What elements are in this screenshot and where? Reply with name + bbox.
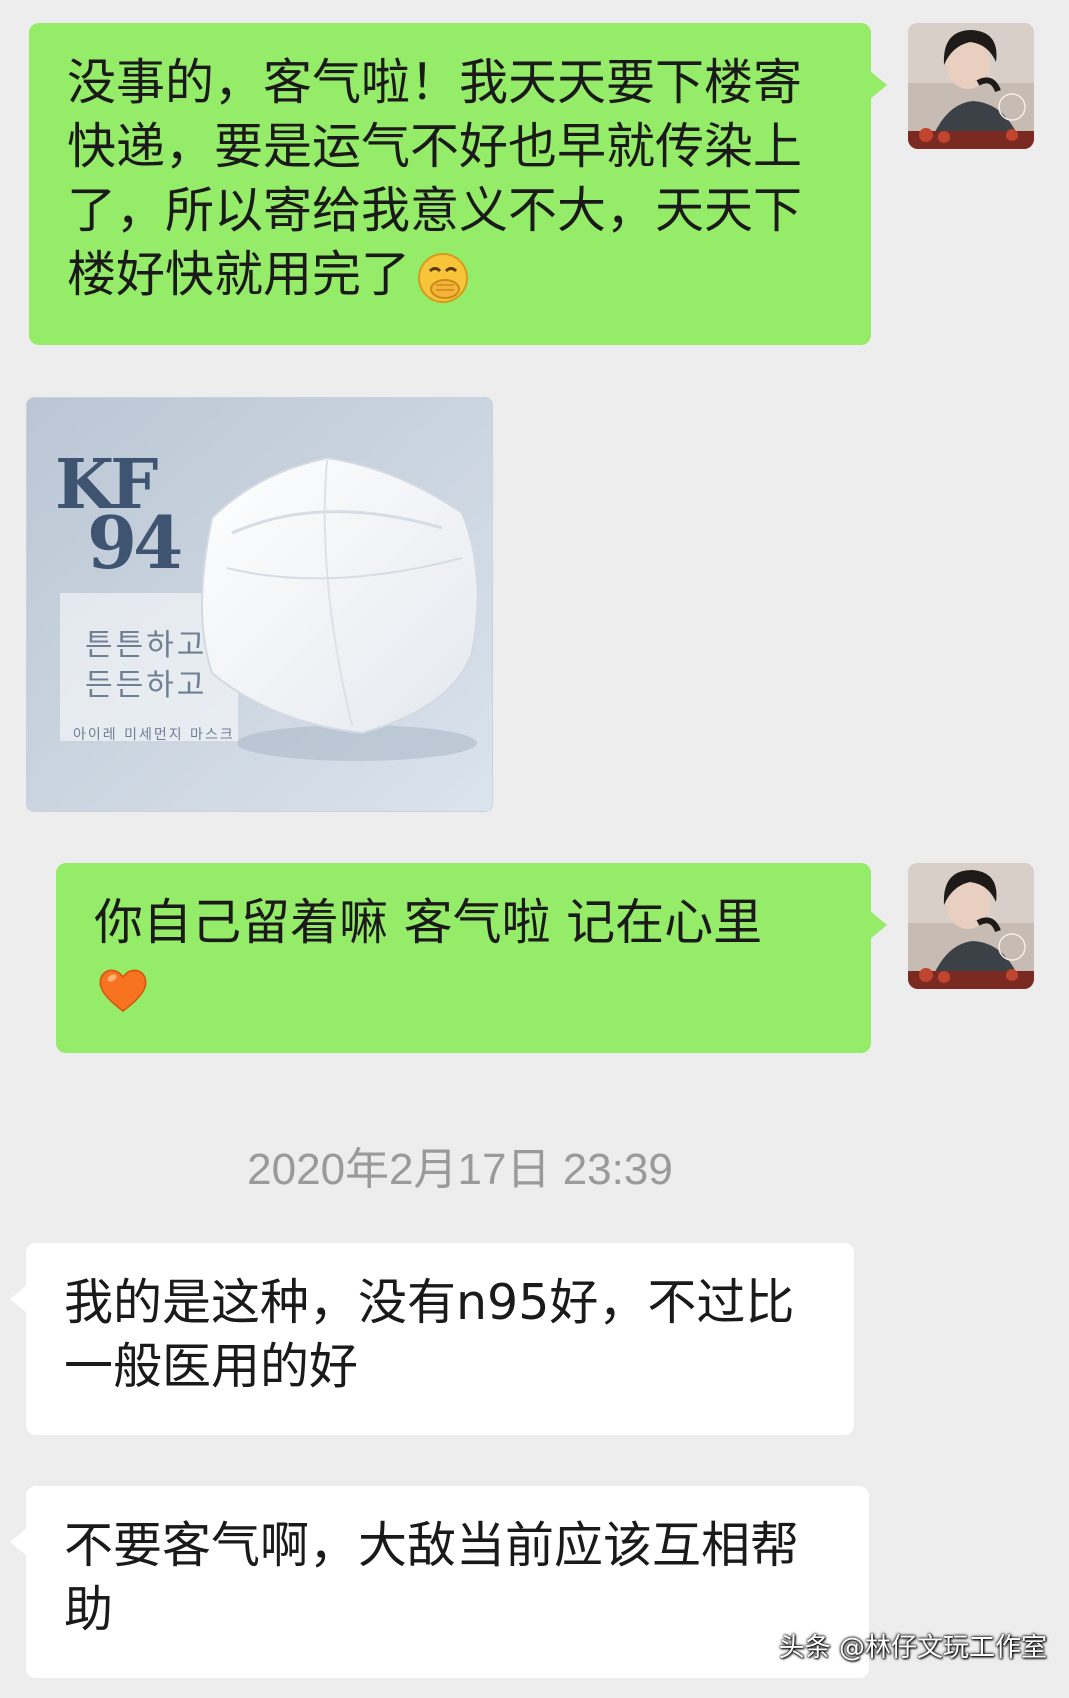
- message-text: 你自己留着嘛 客气啦 记在心里: [94, 894, 763, 951]
- orange-heart-emoji: [99, 969, 147, 1012]
- avatar-image: [908, 863, 1034, 989]
- message-bubble-self[interactable]: 你自己留着嘛 客气啦 记在心里: [56, 863, 887, 1053]
- message-bubble-other[interactable]: 不要客气啊，大敌当前应该互相帮助: [10, 1486, 869, 1678]
- avatar-self[interactable]: [908, 23, 1034, 149]
- avatar-image: [908, 23, 1034, 149]
- korean-slogan: 튼튼하고 든든하고: [85, 626, 207, 706]
- face-with-hand-over-mouth-emoji: [418, 252, 469, 303]
- korean-line-2: 든든하고: [85, 668, 208, 703]
- message-text: 我的是这种，没有n95好，不过比一般医用的好: [64, 1274, 795, 1395]
- message-bubble-other[interactable]: 我的是这种，没有n95好，不过比一般医用的好: [10, 1243, 854, 1435]
- message-bubble-self[interactable]: 没事的，客气啦！我天天要下楼寄快递，要是运气不好也早就传染上了，所以寄给我意义不…: [29, 23, 887, 345]
- kf94-brand-text: KF 94: [55, 451, 183, 585]
- avatar-self[interactable]: [908, 863, 1034, 989]
- watermark-text: 头条 @林仔文玩工作室: [778, 1633, 1047, 1663]
- chat-timestamp: 2020年2月17日 23:39: [247, 1145, 673, 1194]
- kf94-mask-image[interactable]: KF 94 튼튼하고 든든하고 아이레 미세먼지 마스크: [26, 397, 493, 812]
- ninety-four-text: 94: [87, 500, 183, 585]
- message-text: 不要客气啊，大敌当前应该互相帮助: [64, 1517, 800, 1638]
- korean-line-1: 튼튼하고: [85, 628, 208, 663]
- korean-small-text: 아이레 미세먼지 마스크: [73, 727, 235, 743]
